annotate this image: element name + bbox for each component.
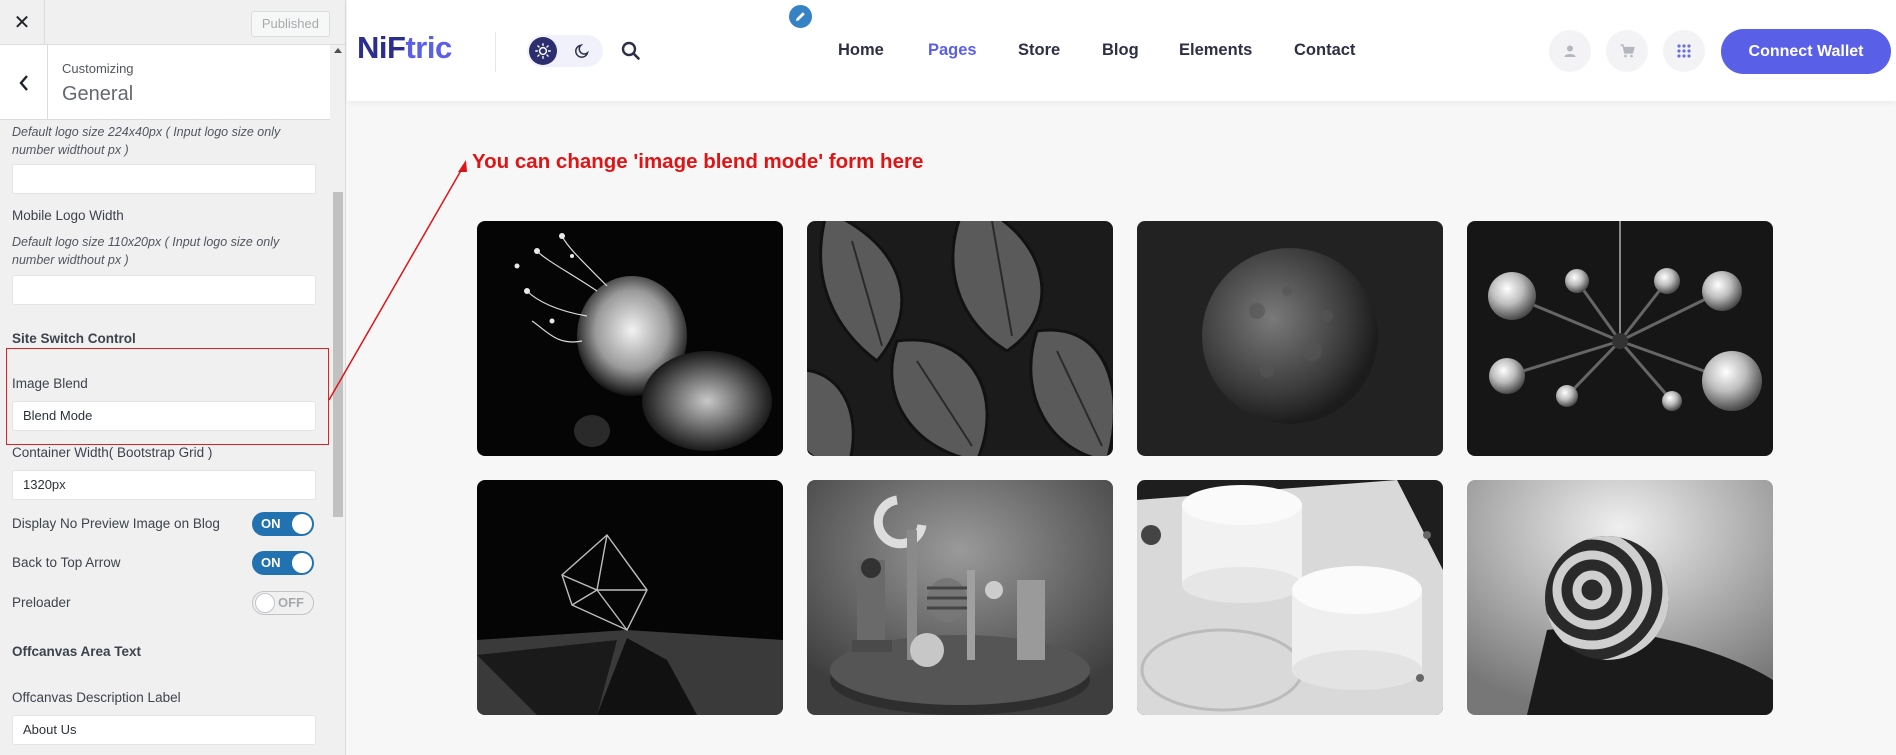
back-to-top-label: Back to Top Arrow [12,555,121,570]
toggle-state: ON [261,516,281,531]
gallery-image-abstract-shapes[interactable] [807,480,1113,715]
nav-pages[interactable]: Pages [928,41,977,60]
gallery-image-white-cylinders[interactable] [1137,480,1443,715]
customizer-topbar: ✕ Published [0,0,345,45]
header-divider [495,32,496,72]
offcanvas-description-label: Offcanvas Description Label [12,690,181,705]
gallery-image-wireframe-crystal[interactable] [477,480,783,715]
no-preview-image-label: Display No Preview Image on Blog [12,516,220,531]
scrollbar-thumb[interactable] [333,192,343,517]
logo-size-help: Default logo size 224x40px ( Input logo … [12,125,281,157]
mobile-logo-label: Mobile Logo Width [12,208,124,223]
customizer-section-header: Customizing General [0,45,330,120]
container-width-label: Container Width( Bootstrap Grid ) [12,445,213,460]
gallery-image-monstera-leaves[interactable] [807,221,1113,456]
theme-mode-switch[interactable] [527,35,603,67]
image-blend-label: Image Blend [12,376,88,391]
annotation-callout: You can change 'image blend mode' form h… [472,150,924,173]
apps-grid-icon[interactable] [1663,30,1705,72]
container-width-field[interactable]: 1320px [12,470,316,500]
breadcrumb: Customizing [62,61,134,76]
published-button[interactable]: Published [250,11,330,37]
mobile-logo-width-field[interactable] [12,275,316,305]
search-icon[interactable] [621,41,640,65]
mobile-logo-help: Default logo size 110x20px ( Input logo … [12,235,280,267]
logo-text-accent: tric [405,30,452,65]
preloader-toggle[interactable]: OFF [252,591,314,615]
gallery-image-bulb-chandelier[interactable] [1467,221,1773,456]
nav-contact[interactable]: Contact [1294,41,1355,60]
close-icon[interactable]: ✕ [0,0,45,45]
scroll-up-icon[interactable] [334,48,342,53]
nav-blog[interactable]: Blog [1102,41,1139,60]
gallery-image-jellyfish[interactable] [477,221,783,456]
gallery-image-moon-sphere[interactable] [1137,221,1443,456]
customizer-controls: Default logo size 224x40px ( Input logo … [0,121,330,755]
connect-wallet-button[interactable]: Connect Wallet [1721,29,1891,74]
toggle-state: ON [261,555,281,570]
section-title: General [62,83,134,105]
customizer-sidebar: ✕ Published Customizing General Default … [0,0,346,755]
logo-text-primary: NiF [357,30,406,65]
site-logo[interactable]: NiFtric [357,30,452,66]
sun-icon[interactable] [529,37,557,65]
toggle-state: OFF [278,595,304,610]
nav-home[interactable]: Home [838,41,884,60]
gallery-image-striped-sphere[interactable] [1467,480,1773,715]
back-to-top-toggle[interactable]: ON [252,551,314,575]
logo-width-field[interactable] [12,164,316,194]
nav-elements[interactable]: Elements [1179,41,1252,60]
offcanvas-description-field[interactable]: About Us [12,715,316,745]
back-icon[interactable] [0,45,48,120]
edit-pencil-icon[interactable] [787,3,814,30]
site-preview: NiFtric Home Pages Store Blog Elements C… [347,0,1896,755]
no-preview-image-toggle[interactable]: ON [252,512,314,536]
toggle-knob [255,593,275,613]
sidebar-scrollbar[interactable] [330,45,345,755]
offcanvas-area-heading: Offcanvas Area Text [12,644,142,659]
user-icon[interactable] [1549,30,1591,72]
nav-store[interactable]: Store [1018,41,1060,60]
toggle-knob [292,514,312,534]
cart-icon[interactable] [1606,30,1648,72]
moon-icon[interactable] [573,42,591,60]
toggle-knob [292,553,312,573]
site-header: NiFtric Home Pages Store Blog Elements C… [347,0,1896,101]
site-switch-heading: Site Switch Control [12,331,136,346]
image-blend-select[interactable]: Blend Mode [12,401,316,431]
preloader-label: Preloader [12,595,71,610]
